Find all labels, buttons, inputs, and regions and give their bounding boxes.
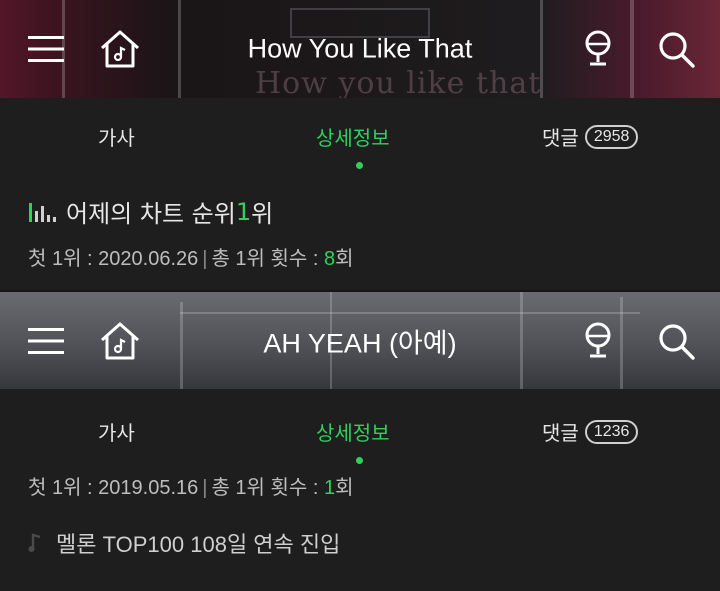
mic-icon [585, 30, 611, 66]
total-no1-count: 1 [323, 477, 336, 499]
chart-rank-suffix: 위 [251, 200, 274, 228]
chart-bars-icon [29, 202, 56, 222]
mic-button[interactable] [576, 27, 620, 71]
menu-button[interactable] [24, 319, 68, 363]
tab-comments[interactable]: 댓글 1236 [542, 417, 639, 446]
decoration [180, 312, 640, 314]
first-no1-line: 첫 1위 : 2019.05.16 | 총 1위 횟수 : 1회 [28, 471, 354, 500]
tab-bar: 가사 상세정보 댓글 1236 [0, 389, 720, 471]
total-no1-label: 총 1위 횟수 : [211, 248, 324, 270]
search-button[interactable] [654, 27, 698, 71]
active-tab-indicator [356, 457, 363, 464]
chart-rank-value: 1 [235, 197, 252, 226]
home-icon [101, 322, 139, 359]
home-icon [101, 30, 139, 68]
total-no1-suffix: 회 [335, 477, 354, 499]
active-tab-indicator [356, 162, 363, 169]
search-icon [659, 323, 695, 360]
mic-button[interactable] [576, 319, 620, 363]
tab-detail[interactable]: 상세정보 [316, 417, 390, 446]
tab-bar: 가사 상세정보 댓글 2958 [0, 98, 720, 184]
first-no1-label: 첫 1위 : [28, 248, 99, 270]
menu-icon [28, 36, 64, 62]
decoration [620, 297, 623, 389]
separator: | [202, 477, 208, 499]
song-title: How You Like That [247, 33, 473, 64]
mic-icon [585, 322, 611, 357]
home-button[interactable] [98, 319, 142, 363]
first-no1-date: 2019.05.16 [98, 477, 199, 499]
first-no1-date: 2020.06.26 [98, 248, 199, 270]
header: AH YEAH (아예) [0, 292, 720, 389]
tab-detail[interactable]: 상세정보 [316, 122, 390, 151]
home-button[interactable] [98, 27, 142, 71]
first-no1-line: 첫 1위 : 2020.06.26 | 총 1위 횟수 : 8회 [28, 242, 354, 271]
tab-comments[interactable]: 댓글 2958 [542, 122, 639, 151]
chart-streak-text: 멜론 TOP100 108일 연속 진입 [56, 532, 341, 557]
music-note-icon [28, 533, 41, 552]
first-no1-label: 첫 1위 : [28, 477, 99, 499]
tab-lyrics[interactable]: 가사 [98, 122, 135, 151]
chart-rank-line: 어제의 차트 순위 1 위 [28, 194, 273, 229]
chart-streak-line: 멜론 TOP100 108일 연속 진입 [28, 527, 340, 559]
total-no1-suffix: 회 [335, 248, 354, 270]
total-no1-label: 총 1위 횟수 : [211, 477, 324, 499]
search-button[interactable] [654, 319, 698, 363]
chart-rank-prefix: 어제의 차트 순위 [66, 200, 236, 228]
song-title: AH YEAH (아예) [263, 328, 457, 358]
comment-count-badge: 1236 [584, 419, 639, 444]
menu-button[interactable] [24, 27, 68, 71]
decoration [630, 0, 634, 98]
poster-text: How you like that [255, 66, 542, 98]
menu-icon [28, 327, 64, 354]
separator: | [202, 248, 208, 270]
tab-comments-label: 댓글 [542, 126, 579, 150]
header: How you like that How You Like That [0, 0, 720, 98]
tab-lyrics[interactable]: 가사 [98, 417, 135, 446]
search-icon [659, 32, 695, 68]
tab-comments-label: 댓글 [542, 421, 579, 445]
song-detail-panel-1: How you like that How You Like That 가사 상… [0, 0, 720, 290]
comment-count-badge: 2958 [584, 124, 639, 149]
song-detail-panel-2: AH YEAH (아예) 가사 상세정보 댓글 1236 첫 1위 : 2019… [0, 290, 720, 591]
total-no1-count: 8 [323, 248, 336, 270]
